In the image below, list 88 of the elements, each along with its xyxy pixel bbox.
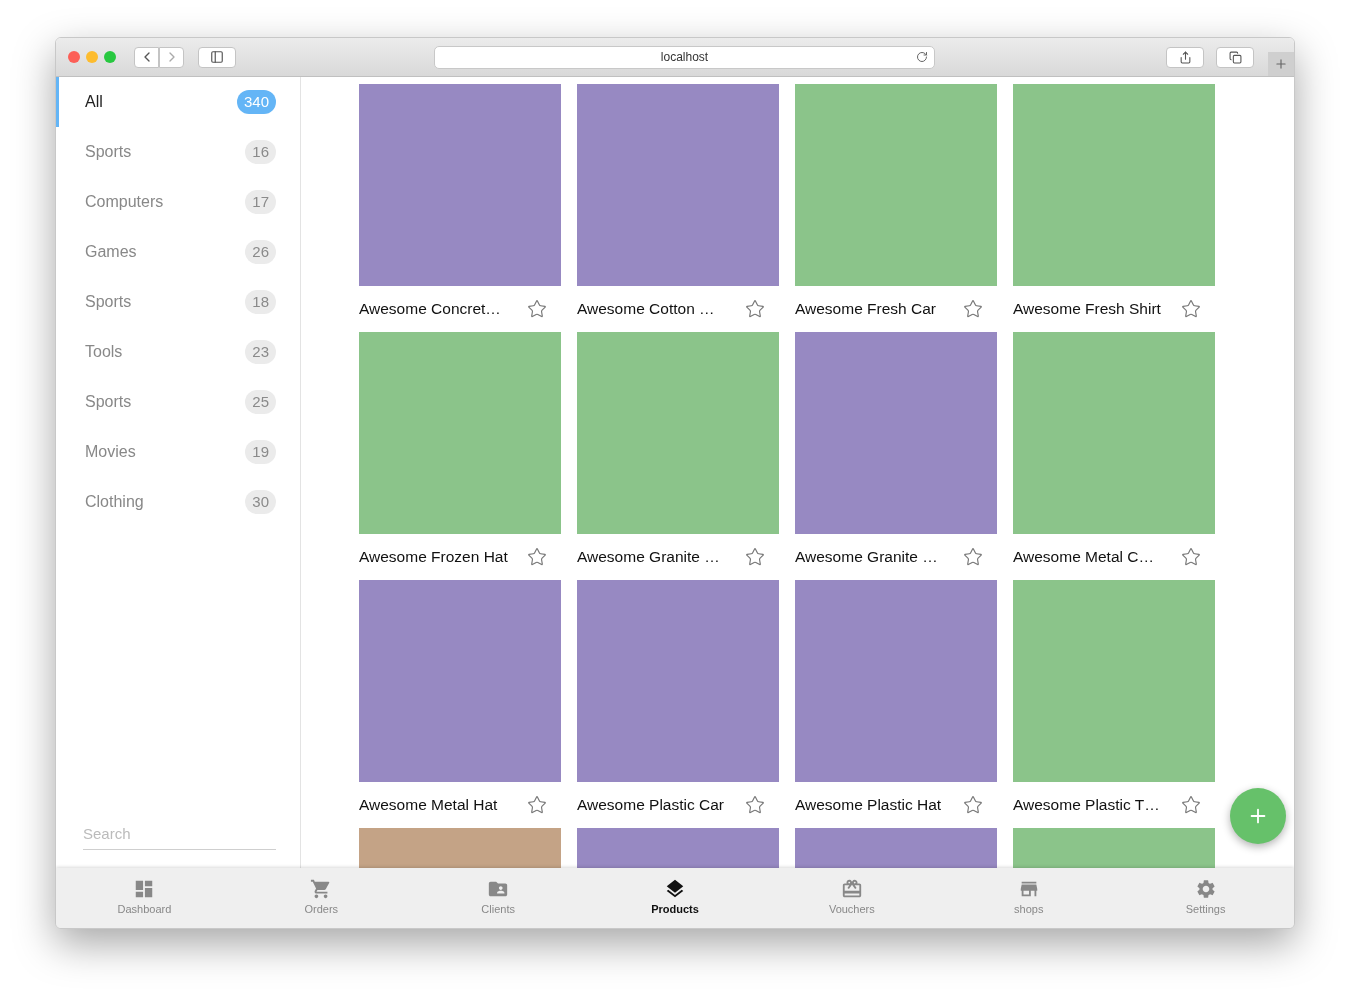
star-icon[interactable] — [1181, 795, 1201, 815]
product-name: Awesome Fresh Car — [795, 299, 936, 320]
reload-icon[interactable] — [916, 51, 928, 63]
category-label: Clothing — [85, 492, 144, 512]
back-button[interactable] — [134, 46, 159, 68]
star-icon[interactable] — [1181, 547, 1201, 567]
star-icon[interactable] — [963, 547, 983, 567]
nav-tab[interactable]: Orders — [232, 868, 410, 928]
category-label: Games — [85, 242, 137, 262]
share-icon — [1178, 50, 1192, 64]
plus-icon — [1274, 57, 1288, 71]
product-image[interactable] — [795, 580, 997, 782]
product-name: Awesome Frozen Hat — [359, 547, 508, 568]
minimize-window-icon[interactable] — [86, 51, 98, 63]
star-icon[interactable] — [963, 299, 983, 319]
add-button[interactable] — [1230, 788, 1286, 844]
forward-button[interactable] — [159, 46, 184, 68]
tabs-icon — [1228, 50, 1242, 64]
tabs-button[interactable] — [1216, 46, 1254, 68]
share-button[interactable] — [1166, 46, 1204, 68]
star-icon[interactable] — [1181, 299, 1201, 319]
category-item[interactable]: Sports 16 — [56, 127, 300, 177]
category-item[interactable]: Tools 23 — [56, 327, 300, 377]
category-item[interactable]: Sports 25 — [56, 377, 300, 427]
product-name: Awesome Metal Hat — [359, 795, 498, 816]
settings-icon — [1194, 878, 1217, 901]
nav-tab[interactable]: Vouchers — [763, 868, 941, 928]
nav-tab[interactable]: Settings — [1117, 868, 1294, 928]
star-icon[interactable] — [745, 795, 765, 815]
product-image[interactable] — [577, 580, 779, 782]
product-name: Awesome Plastic T… — [1013, 795, 1160, 816]
product-name: Awesome Plastic Hat — [795, 795, 942, 816]
nav-tab[interactable]: shops — [940, 868, 1118, 928]
product-name: Awesome Cotton … — [577, 299, 715, 320]
star-icon[interactable] — [963, 795, 983, 815]
address-bar[interactable]: localhost — [434, 45, 935, 69]
count-badge: 19 — [245, 440, 276, 464]
category-label: Computers — [85, 192, 164, 212]
product-image[interactable] — [795, 332, 997, 534]
product-image[interactable] — [359, 580, 561, 782]
count-badge: 26 — [245, 240, 276, 264]
sidebar-icon — [210, 50, 224, 64]
category-label: Sports — [85, 392, 132, 412]
zoom-window-icon[interactable] — [104, 51, 116, 63]
category-item[interactable]: All 340 — [56, 77, 300, 127]
product-image[interactable] — [1013, 580, 1215, 782]
category-label: Sports — [85, 142, 132, 162]
product-name: Awesome Plastic Car — [577, 795, 724, 816]
count-badge: 18 — [245, 290, 276, 314]
new-tab-button[interactable] — [1268, 52, 1294, 76]
count-badge: 17 — [245, 190, 276, 214]
product-image[interactable] — [795, 84, 997, 286]
sidebar-toggle-button[interactable] — [198, 46, 236, 68]
product-name: Awesome Granite … — [577, 547, 720, 568]
count-badge: 340 — [236, 90, 276, 114]
product-name: Awesome Concret… — [359, 299, 501, 320]
star-icon[interactable] — [745, 299, 765, 319]
category-item[interactable]: Clothing 30 — [56, 477, 300, 527]
star-icon[interactable] — [527, 547, 547, 567]
count-badge: 16 — [245, 140, 276, 164]
category-label: All — [85, 92, 103, 112]
close-window-icon[interactable] — [68, 51, 80, 63]
product-image[interactable] — [359, 84, 561, 286]
category-label: Movies — [85, 442, 136, 462]
category-item[interactable]: Computers 17 — [56, 177, 300, 227]
count-badge: 30 — [245, 490, 276, 514]
product-image[interactable] — [1013, 84, 1215, 286]
product-image[interactable] — [577, 84, 779, 286]
category-label: Tools — [85, 342, 123, 362]
nav-tab[interactable]: Clients — [409, 868, 587, 928]
category-item[interactable]: Sports 18 — [56, 277, 300, 327]
star-icon[interactable] — [527, 795, 547, 815]
category-item[interactable]: Movies 19 — [56, 427, 300, 477]
product-name: Awesome Granite … — [795, 547, 938, 568]
category-label: Sports — [85, 292, 132, 312]
star-icon[interactable] — [527, 299, 547, 319]
nav-tab[interactable]: Dashboard — [56, 868, 233, 928]
product-name: Awesome Fresh Shirt — [1013, 299, 1161, 320]
count-badge: 23 — [245, 340, 276, 364]
nav-tab[interactable]: Products — [586, 868, 764, 928]
product-image[interactable] — [359, 332, 561, 534]
count-badge: 25 — [245, 390, 276, 414]
product-name: Awesome Metal C… — [1013, 547, 1154, 568]
product-image[interactable] — [1013, 332, 1215, 534]
product-image[interactable] — [577, 332, 779, 534]
search-field[interactable]: Search — [83, 818, 276, 850]
category-item[interactable]: Games 26 — [56, 227, 300, 277]
star-icon[interactable] — [745, 547, 765, 567]
